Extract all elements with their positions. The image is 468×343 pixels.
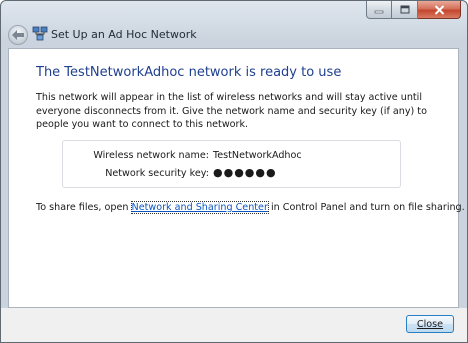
network-name-value: TestNetworkAdhoc xyxy=(213,150,302,161)
description-text: This network will appear in the list of … xyxy=(36,92,427,130)
network-icon xyxy=(32,26,48,41)
network-name-label: Wireless network name: xyxy=(93,150,209,161)
minimize-icon xyxy=(374,10,384,13)
content-panel: The TestNetworkAdhoc network is ready to… xyxy=(8,48,465,308)
footer-bar xyxy=(1,308,467,342)
close-window-button[interactable] xyxy=(418,1,461,19)
back-button[interactable] xyxy=(8,25,28,45)
close-icon xyxy=(434,4,444,15)
caption-buttons xyxy=(366,1,461,19)
minimize-button[interactable] xyxy=(366,1,392,19)
security-key-label: Network security key: xyxy=(105,168,209,179)
window-title: Set Up an Ad Hoc Network xyxy=(51,28,197,41)
network-sharing-center-link[interactable]: Network and Sharing Center xyxy=(130,201,269,214)
share-suffix: in Control Panel and turn on file sharin… xyxy=(270,202,465,213)
share-instructions: To share files, open Network and Sharing… xyxy=(36,201,465,214)
title-bar: Set Up an Ad Hoc Network xyxy=(1,1,467,47)
share-prefix: To share files, open xyxy=(36,202,129,213)
back-arrow-icon xyxy=(12,30,24,40)
dialog-window: Set Up an Ad Hoc Network The TestNetwork… xyxy=(0,0,468,343)
maximize-button[interactable] xyxy=(392,1,418,19)
close-button-label: Close xyxy=(416,318,444,330)
close-button[interactable]: Close xyxy=(406,315,454,333)
network-info-box: Wireless network name: TestNetworkAdhoc … xyxy=(62,140,401,188)
security-key-value: ●●●●●● xyxy=(213,166,277,179)
page-heading: The TestNetworkAdhoc network is ready to… xyxy=(36,65,342,80)
maximize-icon xyxy=(400,5,409,14)
